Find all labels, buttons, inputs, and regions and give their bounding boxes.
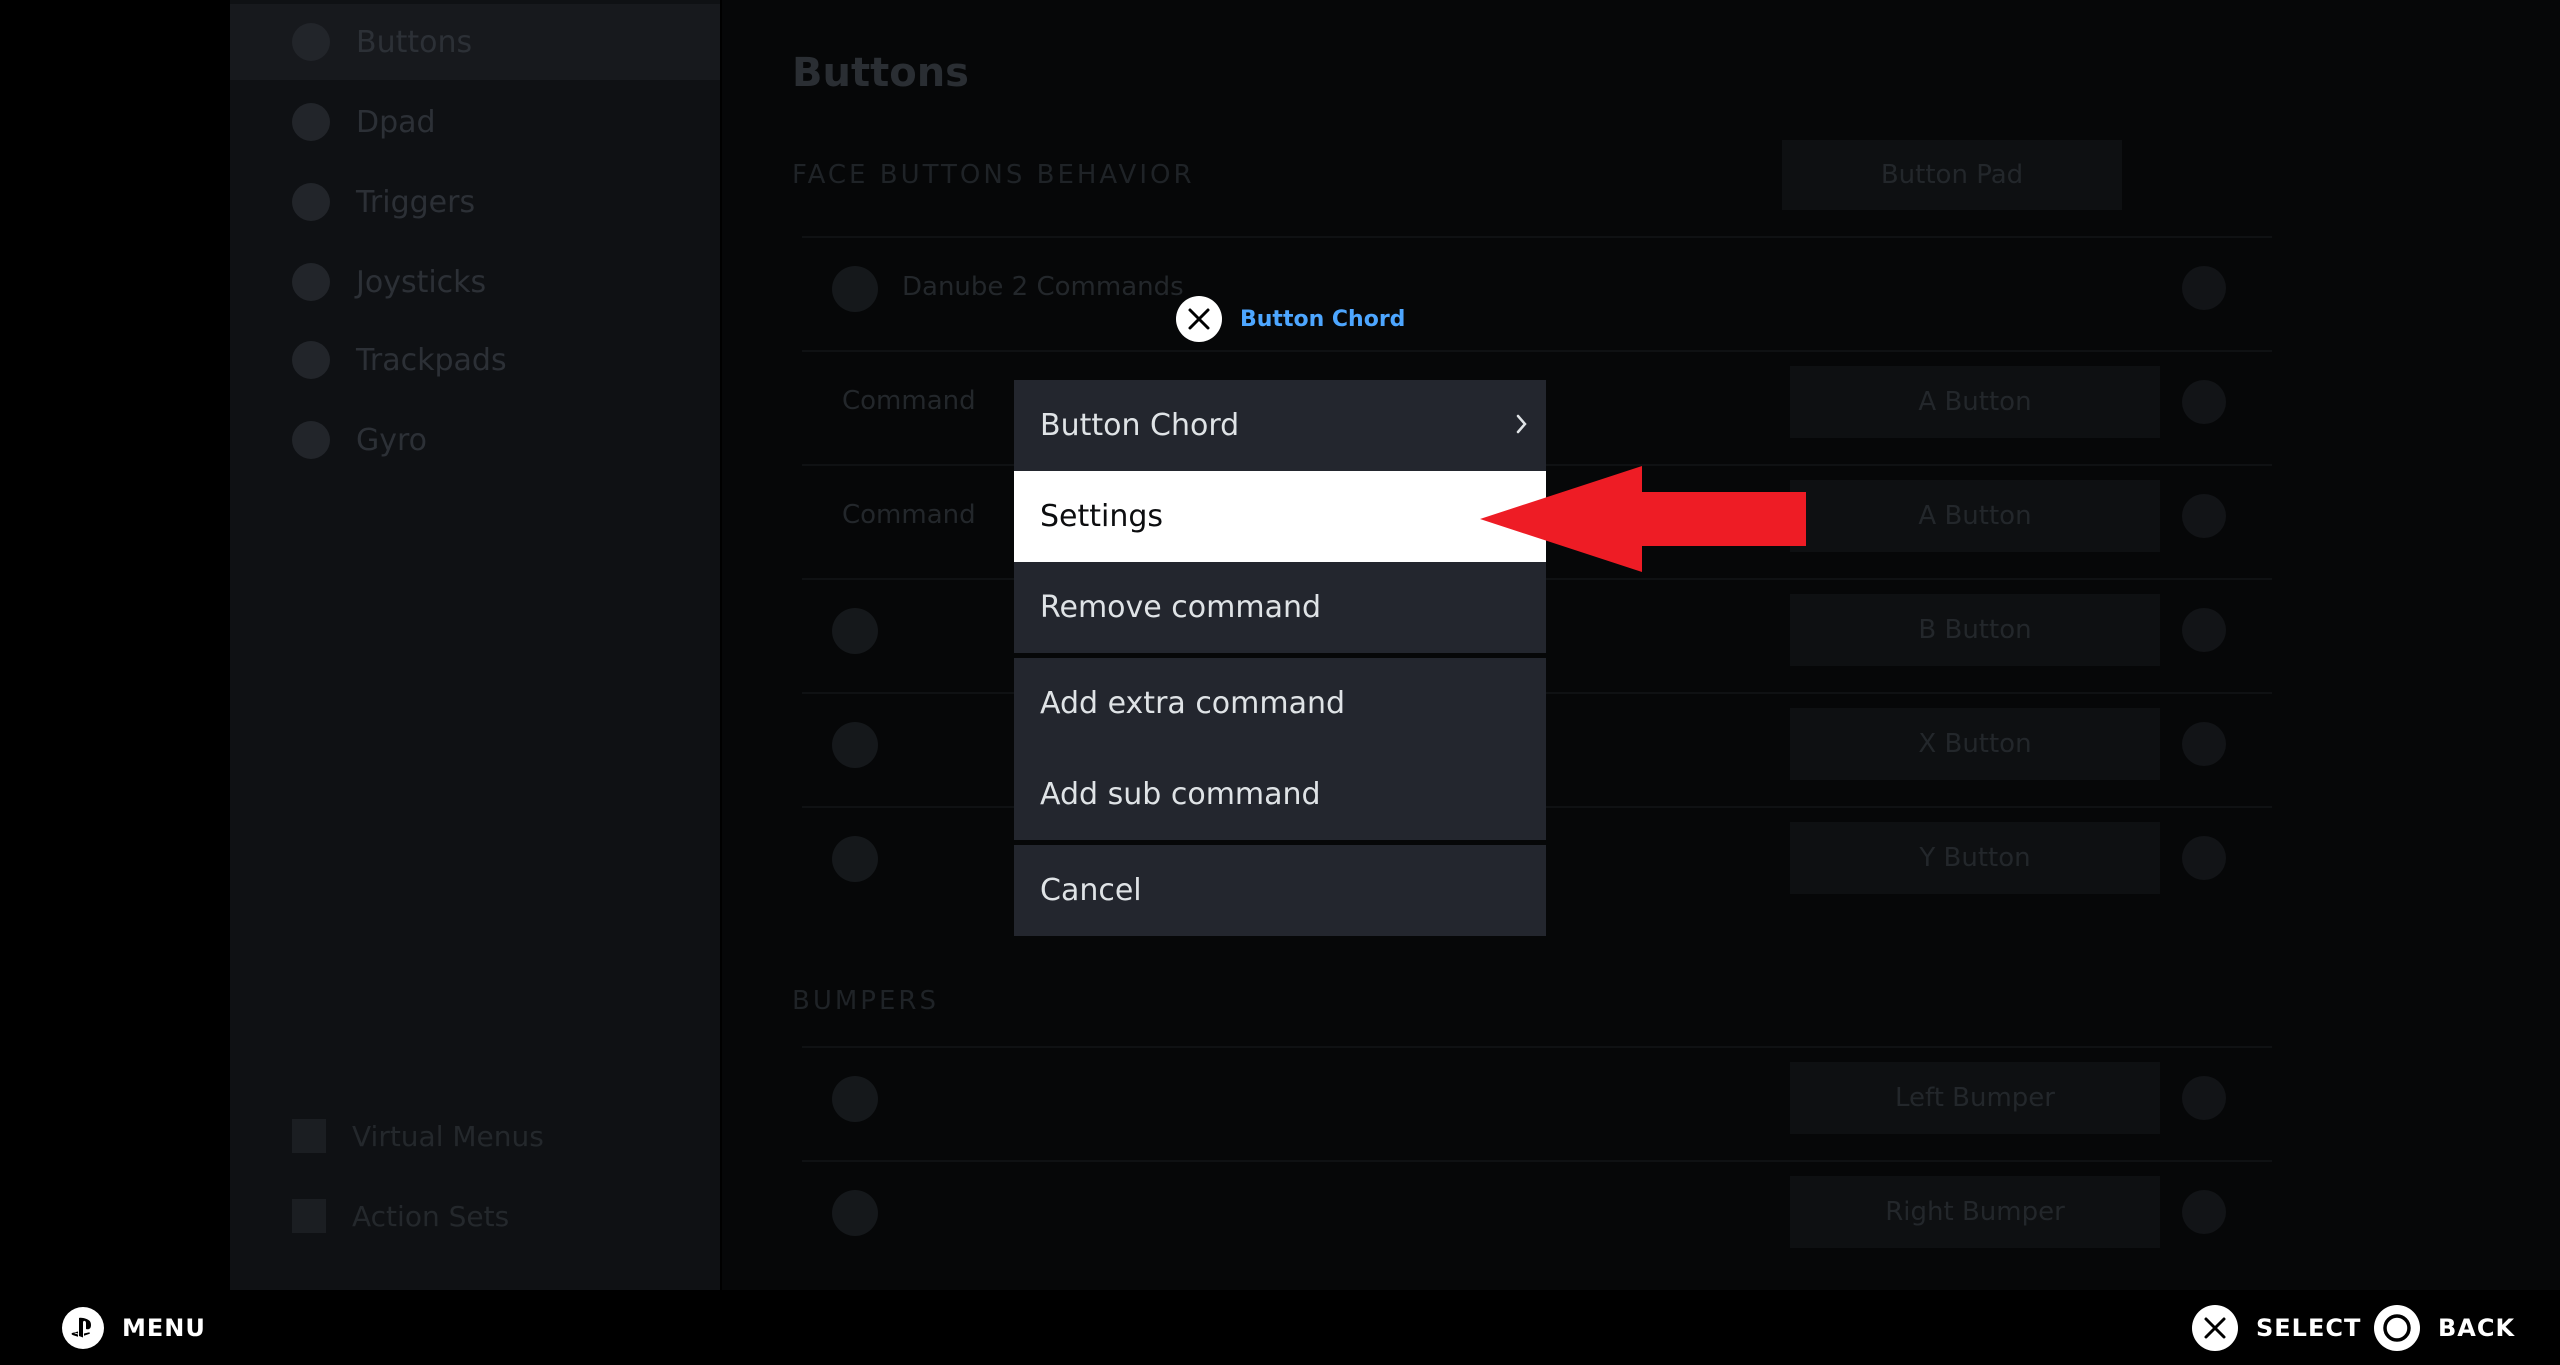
- sidebar-item-label: Buttons: [356, 24, 473, 60]
- sidebar-item-label: Gyro: [356, 422, 428, 458]
- binding-button: Left Bumper: [1790, 1062, 2160, 1134]
- red-arrow-annotation: [1480, 466, 1806, 572]
- row-label: Command: [842, 500, 976, 530]
- table-row: Danube 2 Commands: [802, 236, 2272, 338]
- menu-item-label: Add extra command: [1040, 686, 1346, 721]
- virtual-menus-icon: [292, 1119, 326, 1153]
- menu-item-add-sub-command[interactable]: Add sub command: [1014, 749, 1546, 840]
- chevron-right-icon: [1516, 414, 1527, 434]
- binding-button: B Button: [1790, 594, 2160, 666]
- bumper-icon: [832, 1076, 878, 1122]
- select-hint[interactable]: SELECT: [2192, 1304, 2361, 1352]
- row-icon: [832, 722, 878, 768]
- binding-button: A Button: [1790, 480, 2160, 552]
- row-icon: [832, 608, 878, 654]
- gyro-icon: [292, 421, 330, 459]
- sidebar-item-dpad: Dpad: [230, 84, 720, 160]
- menu-item-label: Button Chord: [1040, 408, 1240, 443]
- binding-button: Y Button: [1790, 822, 2160, 894]
- menu-item-settings[interactable]: Settings: [1014, 471, 1546, 562]
- context-menu-header: Button Chord: [1176, 294, 1405, 344]
- row-icon: [832, 266, 878, 312]
- sidebar-item-joysticks: Joysticks: [230, 244, 720, 320]
- trackpad-icon: [292, 341, 330, 379]
- menu-item-label: Settings: [1040, 499, 1164, 534]
- circle-button-icon: [2374, 1305, 2420, 1351]
- row-label: Danube 2 Commands: [902, 272, 1184, 302]
- dpad-icon: [292, 103, 330, 141]
- menu-item-cancel[interactable]: Cancel: [1014, 845, 1546, 936]
- gear-icon: [2182, 1076, 2226, 1120]
- sidebar-item-buttons: Buttons: [230, 4, 720, 80]
- action-sets-icon: [292, 1199, 326, 1233]
- menu-item-remove-command[interactable]: Remove command: [1014, 562, 1546, 653]
- section-header: FACE BUTTONS BEHAVIOR: [792, 160, 1195, 190]
- gear-icon: [2182, 494, 2226, 538]
- row-icon: [832, 836, 878, 882]
- background-sidebar: Buttons Dpad Triggers Joysticks Trackpad…: [230, 0, 720, 1290]
- menu-item-label: Remove command: [1040, 590, 1322, 625]
- menu-hint-label: MENU: [122, 1314, 206, 1342]
- buttons-icon: [292, 23, 330, 61]
- gear-icon: [2182, 380, 2226, 424]
- sidebar-item-label: Dpad: [356, 104, 436, 140]
- menu-group: Button Chord Settings Remove command: [1014, 380, 1546, 653]
- table-row: Left Bumper: [802, 1046, 2272, 1148]
- triggers-icon: [292, 183, 330, 221]
- sidebar-item-triggers: Triggers: [230, 164, 720, 240]
- binding-button: Right Bumper: [1790, 1176, 2160, 1248]
- table-row: Right Bumper: [802, 1160, 2272, 1262]
- menu-group: Add extra command Add sub command: [1014, 658, 1546, 840]
- footer-bar: MENU SELECT BACK: [0, 1290, 2560, 1365]
- section-header: BUMPERS: [792, 986, 939, 1016]
- playstation-logo-icon: [62, 1307, 104, 1349]
- context-menu: Button Chord Settings Remove command Add…: [1014, 380, 1546, 941]
- gear-icon: [2182, 722, 2226, 766]
- sidebar-item-label: Trackpads: [356, 342, 507, 378]
- sidebar-item-trackpads: Trackpads: [230, 322, 720, 398]
- menu-item-label: Cancel: [1040, 873, 1142, 908]
- gear-icon: [2182, 608, 2226, 652]
- cross-button-icon: [1176, 296, 1222, 342]
- joystick-icon: [292, 263, 330, 301]
- binding-button: A Button: [1790, 366, 2160, 438]
- sidebar-item-action-sets: Action Sets: [230, 1178, 720, 1254]
- menu-hint[interactable]: MENU: [62, 1304, 206, 1352]
- menu-item-add-extra-command[interactable]: Add extra command: [1014, 658, 1546, 749]
- row-label: Command: [842, 386, 976, 416]
- page-title: Buttons: [792, 50, 969, 96]
- cross-button-icon: [2192, 1305, 2238, 1351]
- menu-group: Cancel: [1014, 845, 1546, 936]
- sidebar-item-gyro: Gyro: [230, 402, 720, 478]
- sidebar-item-label: Triggers: [356, 184, 476, 220]
- select-hint-label: SELECT: [2256, 1314, 2362, 1342]
- sidebar-item-label: Virtual Menus: [352, 1119, 544, 1153]
- sidebar-item-label: Joysticks: [356, 264, 487, 300]
- gear-icon: [2182, 266, 2226, 310]
- behavior-dropdown: Button Pad: [1782, 140, 2122, 210]
- gear-icon: [2182, 1190, 2226, 1234]
- menu-item-label: Add sub command: [1040, 777, 1321, 812]
- back-hint-label: BACK: [2438, 1314, 2516, 1342]
- back-hint[interactable]: BACK: [2374, 1304, 2515, 1352]
- gear-icon: [2182, 836, 2226, 880]
- background-main-panel: Buttons FACE BUTTONS BEHAVIOR Button Pad…: [722, 0, 2560, 1290]
- bumper-icon: [832, 1190, 878, 1236]
- sidebar-item-virtual-menus: Virtual Menus: [230, 1098, 720, 1174]
- sidebar-item-label: Action Sets: [352, 1199, 510, 1233]
- menu-item-button-chord[interactable]: Button Chord: [1014, 380, 1546, 471]
- binding-button: X Button: [1790, 708, 2160, 780]
- context-menu-title: Button Chord: [1240, 306, 1406, 332]
